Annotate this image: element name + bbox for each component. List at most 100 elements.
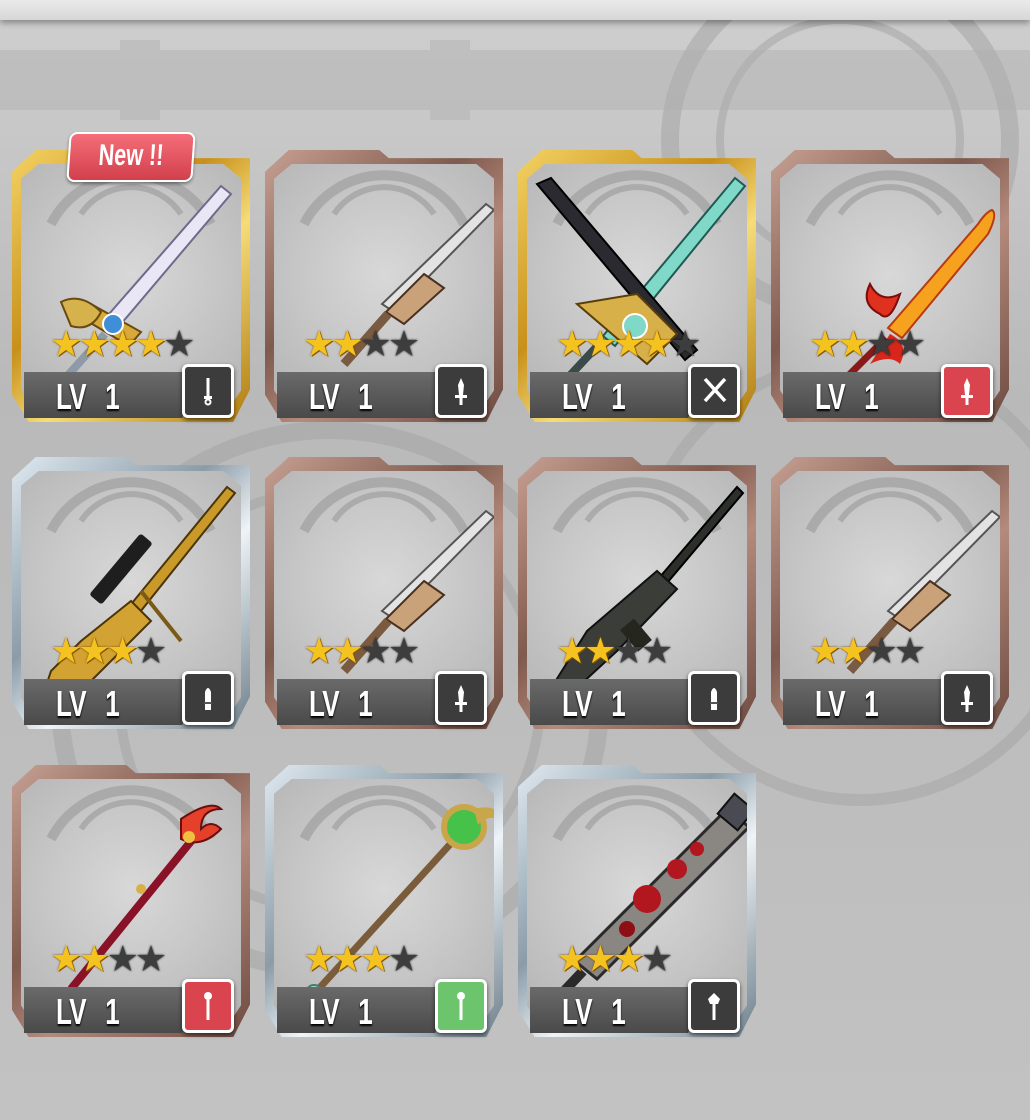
level-text: LV 1: [309, 683, 373, 725]
level-text: LV 1: [56, 376, 120, 418]
star-filled-icon: ★: [331, 323, 363, 364]
level-value: 1: [864, 683, 878, 724]
weapon-card[interactable]: ★ ★ ★ ★ ★ LV 1: [518, 150, 756, 422]
staff-type-icon: [204, 992, 212, 1020]
star-filled-icon: ★: [584, 938, 616, 979]
level-text: LV 1: [815, 683, 879, 725]
level-text: LV 1: [562, 683, 626, 725]
star-empty-icon: ★: [893, 630, 926, 671]
weapon-card[interactable]: ★ ★ ★ ★ ★ LV 1 New !!: [12, 132, 250, 422]
star-filled-icon: ★: [584, 630, 616, 671]
star-filled-icon: ★: [612, 323, 645, 364]
star-filled-icon: ★: [640, 323, 673, 364]
star-empty-icon: ★: [865, 323, 898, 364]
star-filled-icon: ★: [809, 323, 841, 364]
weapon-type-badge: [941, 364, 993, 418]
weapon-card[interactable]: ★ ★ ★ ★ LV 1: [771, 457, 1009, 729]
weapon-type-badge: [435, 979, 487, 1033]
new-badge: New !!: [66, 132, 196, 182]
star-empty-icon: ★: [612, 630, 645, 671]
level-text: LV 1: [309, 376, 373, 418]
star-empty-icon: ★: [387, 323, 420, 364]
dagger-type-icon: [455, 378, 467, 405]
level-text: LV 1: [815, 376, 879, 418]
star-filled-icon: ★: [359, 938, 392, 979]
star-filled-icon: ★: [106, 630, 139, 671]
star-empty-icon: ★: [669, 323, 701, 364]
weapon-card[interactable]: ★ ★ ★ ★ LV 1: [265, 150, 503, 422]
star-empty-icon: ★: [134, 630, 167, 671]
star-filled-icon: ★: [303, 323, 335, 364]
new-badge-label: New !!: [97, 139, 165, 172]
star-empty-icon: ★: [640, 938, 673, 979]
star-filled-icon: ★: [303, 630, 335, 671]
level-label: LV: [562, 991, 592, 1032]
level-label: LV: [562, 376, 592, 417]
star-filled-icon: ★: [50, 630, 82, 671]
level-value: 1: [611, 683, 625, 724]
weapon-card[interactable]: ★ ★ ★ ★ LV 1: [518, 457, 756, 729]
level-value: 1: [864, 376, 878, 417]
star-filled-icon: ★: [331, 630, 363, 671]
dagger-type-icon: [455, 685, 467, 712]
rarity-stars: ★ ★ ★ ★ ★: [50, 323, 195, 364]
weapon-card[interactable]: ★ ★ ★ ★ LV 1: [265, 457, 503, 729]
level-label: LV: [56, 683, 86, 724]
star-filled-icon: ★: [78, 630, 110, 671]
weapon-card[interactable]: ★ ★ ★ ★ LV 1: [771, 150, 1009, 422]
weapon-inventory-grid: ★ ★ ★ ★ ★ LV 1 New !! ★ ★ ★ ★ LV 1 ★ ★ ★…: [0, 0, 1030, 1120]
star-empty-icon: ★: [163, 323, 195, 364]
rarity-stars: ★ ★ ★ ★: [50, 630, 167, 671]
staff-type-icon: [457, 992, 465, 1020]
level-label: LV: [309, 991, 339, 1032]
weapon-card[interactable]: ★ ★ ★ ★ LV 1: [518, 765, 756, 1037]
star-filled-icon: ★: [50, 938, 82, 979]
dagger-type-icon: [961, 685, 973, 712]
star-filled-icon: ★: [331, 938, 363, 979]
star-filled-icon: ★: [78, 323, 110, 364]
star-empty-icon: ★: [359, 630, 392, 671]
star-empty-icon: ★: [893, 323, 926, 364]
weapon-type-badge: [688, 671, 740, 725]
star-filled-icon: ★: [78, 938, 110, 979]
star-empty-icon: ★: [359, 323, 392, 364]
star-empty-icon: ★: [865, 630, 898, 671]
weapon-type-badge: [941, 671, 993, 725]
weapon-type-badge: [688, 979, 740, 1033]
star-filled-icon: ★: [809, 630, 841, 671]
level-label: LV: [56, 376, 86, 417]
rarity-stars: ★ ★ ★ ★: [556, 630, 673, 671]
level-value: 1: [358, 376, 372, 417]
level-text: LV 1: [56, 683, 120, 725]
weapon-type-badge: [435, 364, 487, 418]
bullet-type-icon: [710, 688, 718, 710]
bullet-type-icon: [204, 688, 212, 710]
weapon-card[interactable]: ★ ★ ★ ★ LV 1: [265, 765, 503, 1037]
star-filled-icon: ★: [556, 938, 588, 979]
weapon-card[interactable]: ★ ★ ★ ★ LV 1: [12, 457, 250, 729]
level-text: LV 1: [56, 991, 120, 1033]
star-empty-icon: ★: [640, 630, 673, 671]
level-value: 1: [358, 991, 372, 1032]
star-filled-icon: ★: [50, 323, 82, 364]
rarity-stars: ★ ★ ★ ★ ★: [556, 323, 701, 364]
level-label: LV: [56, 991, 86, 1032]
level-label: LV: [815, 683, 845, 724]
star-empty-icon: ★: [134, 938, 167, 979]
weapon-type-badge: [182, 979, 234, 1033]
star-filled-icon: ★: [556, 630, 588, 671]
star-empty-icon: ★: [387, 938, 420, 979]
weapon-type-badge: [688, 364, 740, 418]
rarity-stars: ★ ★ ★ ★: [303, 630, 420, 671]
level-label: LV: [309, 376, 339, 417]
rarity-stars: ★ ★ ★ ★: [556, 938, 673, 979]
rarity-stars: ★ ★ ★ ★: [303, 938, 420, 979]
star-filled-icon: ★: [837, 630, 869, 671]
level-value: 1: [105, 376, 119, 417]
level-label: LV: [309, 683, 339, 724]
star-filled-icon: ★: [134, 323, 167, 364]
sword-type-icon: [204, 378, 212, 406]
mace-type-icon: [708, 993, 720, 1020]
star-filled-icon: ★: [612, 938, 645, 979]
weapon-card[interactable]: ★ ★ ★ ★ LV 1: [12, 765, 250, 1037]
